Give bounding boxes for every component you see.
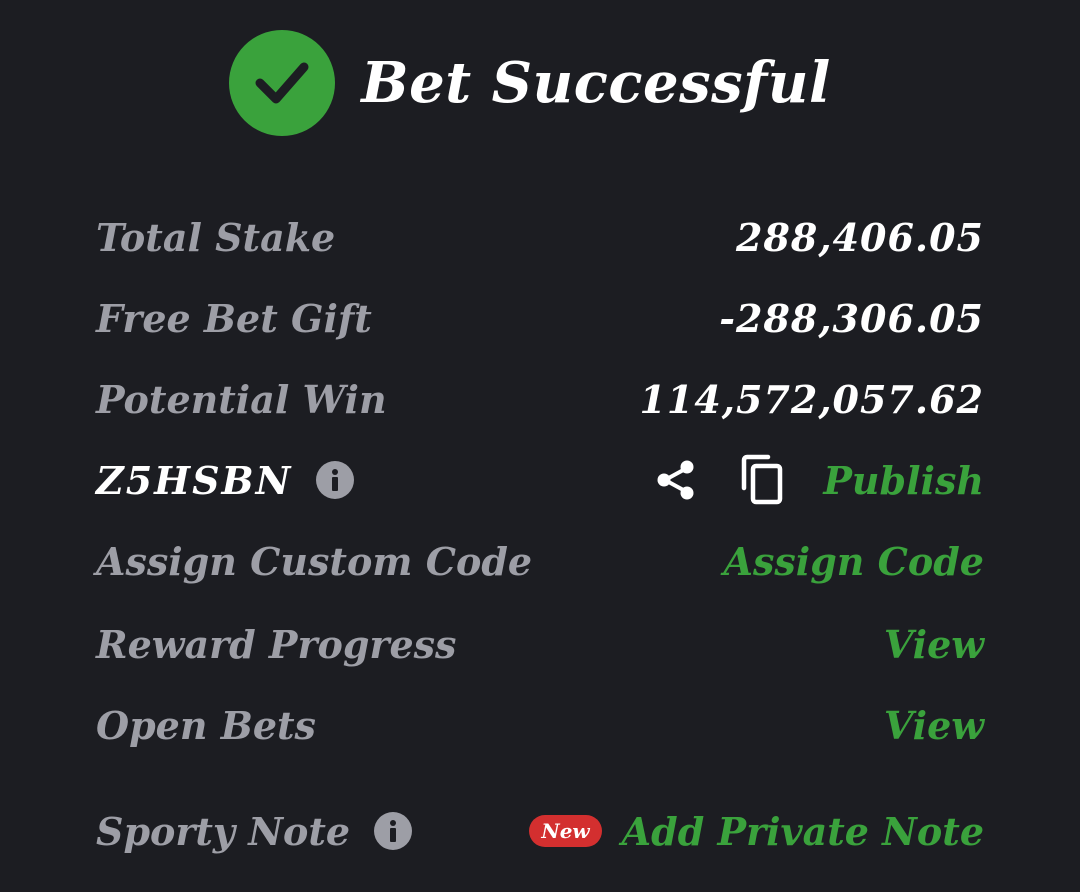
copy-icon[interactable] xyxy=(737,454,787,505)
custom-code-row: Assign Custom Code Assign Code xyxy=(96,531,984,591)
free-bet-gift-label: Free Bet Gift xyxy=(96,295,372,341)
info-icon[interactable] xyxy=(374,812,413,850)
sporty-note-label: Sporty Note xyxy=(96,808,351,854)
free-bet-gift-value: -288,306.05 xyxy=(719,295,984,341)
total-stake-value: 288,406.05 xyxy=(736,214,984,260)
reward-progress-view-link[interactable]: View xyxy=(884,622,984,667)
assign-code-link[interactable]: Assign Code xyxy=(724,539,984,584)
potential-win-label: Potential Win xyxy=(96,376,387,422)
total-stake-row: Total Stake 288,406.05 xyxy=(96,207,984,267)
new-badge: New xyxy=(529,815,602,847)
add-private-note-link[interactable]: Add Private Note xyxy=(622,809,984,854)
custom-code-label: Assign Custom Code xyxy=(96,538,533,584)
sporty-note-row: Sporty Note New Add Private Note xyxy=(96,801,984,861)
publish-link[interactable]: Publish xyxy=(823,458,984,503)
potential-win-row: Potential Win 114,572,057.62 xyxy=(96,369,984,429)
success-header: Bet Successful xyxy=(0,28,1080,138)
booking-code-row: Z5HSBN Publish xyxy=(96,450,984,510)
reward-progress-label: Reward Progress xyxy=(96,621,457,667)
check-icon xyxy=(229,30,336,136)
free-bet-gift-row: Free Bet Gift -288,306.05 xyxy=(96,288,984,348)
reward-progress-row: Reward Progress View xyxy=(96,614,984,674)
info-icon[interactable] xyxy=(316,461,355,499)
potential-win-value: 114,572,057.62 xyxy=(639,376,984,422)
open-bets-view-link[interactable]: View xyxy=(884,703,984,748)
page-title: Bet Successful xyxy=(361,50,831,116)
share-icon[interactable] xyxy=(651,455,701,505)
open-bets-label: Open Bets xyxy=(96,702,316,748)
open-bets-row: Open Bets View xyxy=(96,695,984,755)
total-stake-label: Total Stake xyxy=(96,214,336,260)
booking-code: Z5HSBN xyxy=(96,457,293,503)
